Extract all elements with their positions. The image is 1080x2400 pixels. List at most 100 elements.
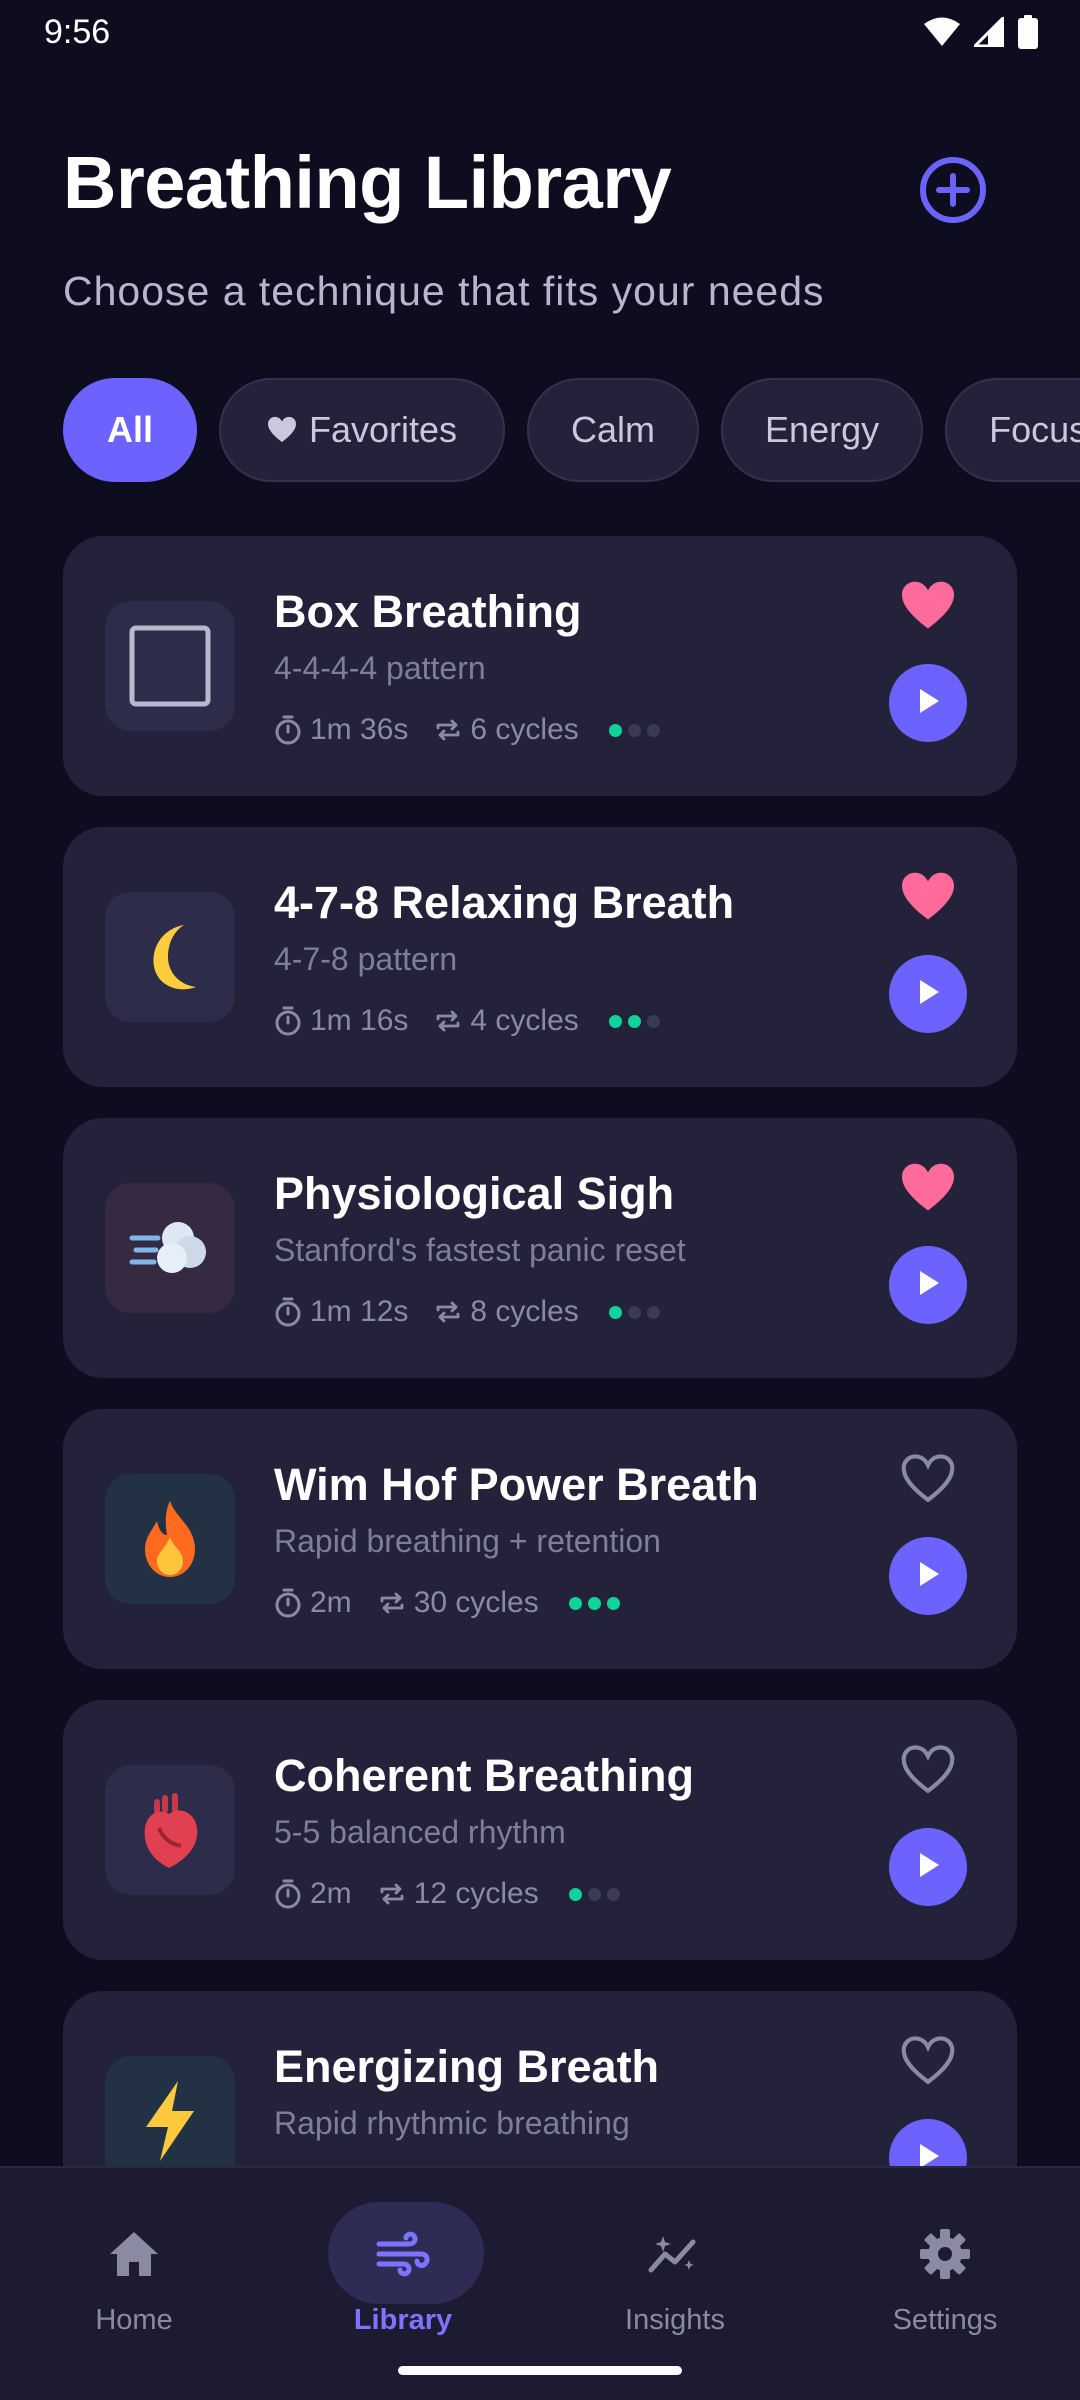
intensity-dot — [608, 723, 622, 737]
timer-icon — [274, 1588, 302, 1618]
intensity-dot — [627, 1014, 641, 1028]
home-indicator — [398, 2366, 682, 2375]
duration-value: 1m 36s — [310, 713, 409, 746]
wifi-icon — [924, 17, 960, 46]
technique-card[interactable]: Wim Hof Power Breath Rapid breathing + re… — [63, 1409, 1017, 1669]
duration: 1m 12s — [274, 1295, 408, 1329]
chip-label: Favorites — [308, 409, 458, 450]
technique-subtitle: 5-5 balanced rhythm — [274, 1814, 566, 1850]
timer-icon — [274, 1006, 302, 1036]
duration: 2m — [274, 1586, 352, 1620]
heart-filled-icon[interactable] — [900, 871, 956, 923]
nav-settings[interactable]: Settings — [845, 2186, 1045, 2336]
timer-icon — [274, 715, 302, 745]
intensity-dot — [646, 723, 660, 737]
timer-icon — [274, 1879, 302, 1909]
wind-puff-icon — [105, 1183, 235, 1313]
cycles: 4 cycles — [434, 1004, 579, 1038]
timer-icon — [274, 1297, 302, 1327]
play-icon — [914, 1559, 942, 1594]
fire-icon — [105, 1474, 235, 1604]
nav-label: Library — [353, 2304, 453, 2336]
repeat-icon — [378, 1589, 406, 1617]
intensity-dots — [568, 1596, 620, 1610]
heart-organ-icon — [105, 1765, 235, 1895]
technique-title: Wim Hof Power Breath — [274, 1459, 759, 1510]
intensity-dot — [646, 1305, 660, 1319]
heart-outline-icon[interactable] — [900, 2035, 956, 2087]
technique-title: Energizing Breath — [274, 2041, 660, 2092]
plus-icon — [936, 173, 970, 207]
filter-chips: All Favorites Calm Energy Focus — [63, 378, 1080, 482]
technique-meta: 1m 36s 6 cycles — [274, 710, 660, 750]
cycles: 30 cycles — [378, 1586, 539, 1620]
technique-card[interactable]: Physiological Sigh Stanford's fastest pan… — [63, 1118, 1017, 1378]
technique-card[interactable]: Coherent Breathing 5-5 balanced rhythm 2m 1… — [63, 1700, 1017, 1960]
heart-outline-icon[interactable] — [900, 1453, 956, 1505]
play-icon — [914, 977, 942, 1012]
duration-value: 1m 12s — [310, 1295, 409, 1328]
page-title: Breathing Library — [63, 141, 672, 224]
filter-chip-favorites[interactable]: Favorites — [219, 378, 506, 482]
intensity-dot — [646, 1014, 660, 1028]
nav-label: Home — [95, 2304, 173, 2336]
intensity-dots — [608, 1014, 660, 1028]
intensity-dot — [627, 723, 641, 737]
square-icon — [105, 601, 235, 731]
repeat-icon — [434, 716, 462, 744]
nav-insights[interactable]: Insights — [575, 2186, 775, 2336]
duration-value: 2m — [310, 1877, 352, 1910]
duration: 2m — [274, 1877, 352, 1911]
status-time: 9:56 — [44, 12, 111, 51]
cycles: 8 cycles — [434, 1295, 579, 1329]
play-icon — [914, 1850, 942, 1885]
intensity-dot — [627, 1305, 641, 1319]
cycles: 6 cycles — [434, 713, 579, 747]
filter-chip-all[interactable]: All — [63, 378, 198, 482]
repeat-icon — [434, 1007, 462, 1035]
technique-title: Physiological Sigh — [274, 1168, 675, 1219]
heart-outline-icon[interactable] — [900, 1744, 956, 1796]
chip-label: Calm — [571, 409, 656, 450]
intensity-dot — [568, 1596, 582, 1610]
duration: 1m 36s — [274, 713, 408, 747]
chip-label: Focus — [989, 409, 1080, 450]
play-button[interactable] — [889, 1537, 967, 1615]
home-icon — [110, 2232, 158, 2276]
page-subtitle: Choose a technique that fits your needs — [63, 268, 825, 314]
status-bar: 9:56 — [0, 0, 1080, 64]
technique-subtitle: Rapid breathing + retention — [274, 1523, 661, 1559]
wind-icon — [376, 2231, 430, 2277]
heart-filled-icon[interactable] — [900, 1162, 956, 1214]
play-button[interactable] — [889, 664, 967, 742]
nav-label: Settings — [892, 2304, 998, 2336]
add-technique-button[interactable] — [920, 157, 986, 223]
gear-icon — [920, 2229, 970, 2279]
battery-icon — [1018, 15, 1038, 49]
heart-icon — [267, 416, 296, 443]
cycles-value: 30 cycles — [413, 1586, 539, 1619]
nav-library[interactable]: Library — [303, 2186, 503, 2336]
technique-card[interactable]: 4-7-8 Relaxing Breath 4-7-8 pattern 1m 16s… — [63, 827, 1017, 1087]
filter-chip-calm[interactable]: Calm — [527, 378, 700, 482]
technique-meta: 2m 12 cycles — [274, 1874, 620, 1914]
intensity-dot — [608, 1014, 622, 1028]
intensity-dot — [587, 1596, 601, 1610]
chip-label: All — [107, 409, 154, 450]
intensity-dot — [568, 1887, 582, 1901]
cycles: 12 cycles — [378, 1877, 539, 1911]
heart-filled-icon[interactable] — [900, 580, 956, 632]
play-button[interactable] — [889, 955, 967, 1033]
insights-icon — [648, 2236, 696, 2273]
technique-card[interactable]: Box Breathing 4-4-4-4 pattern 1m 36s 6 cycl… — [63, 536, 1017, 796]
repeat-icon — [434, 1298, 462, 1326]
technique-meta: 1m 16s 4 cycles — [274, 1001, 660, 1041]
play-icon — [914, 686, 942, 721]
play-button[interactable] — [889, 1246, 967, 1324]
play-button[interactable] — [889, 1828, 967, 1906]
filter-chip-energy[interactable]: Energy — [721, 378, 924, 482]
cycles-value: 6 cycles — [470, 713, 579, 746]
nav-home[interactable]: Home — [34, 2186, 234, 2336]
filter-chip-focus[interactable]: Focus — [945, 378, 1080, 482]
intensity-dot — [606, 1596, 620, 1610]
